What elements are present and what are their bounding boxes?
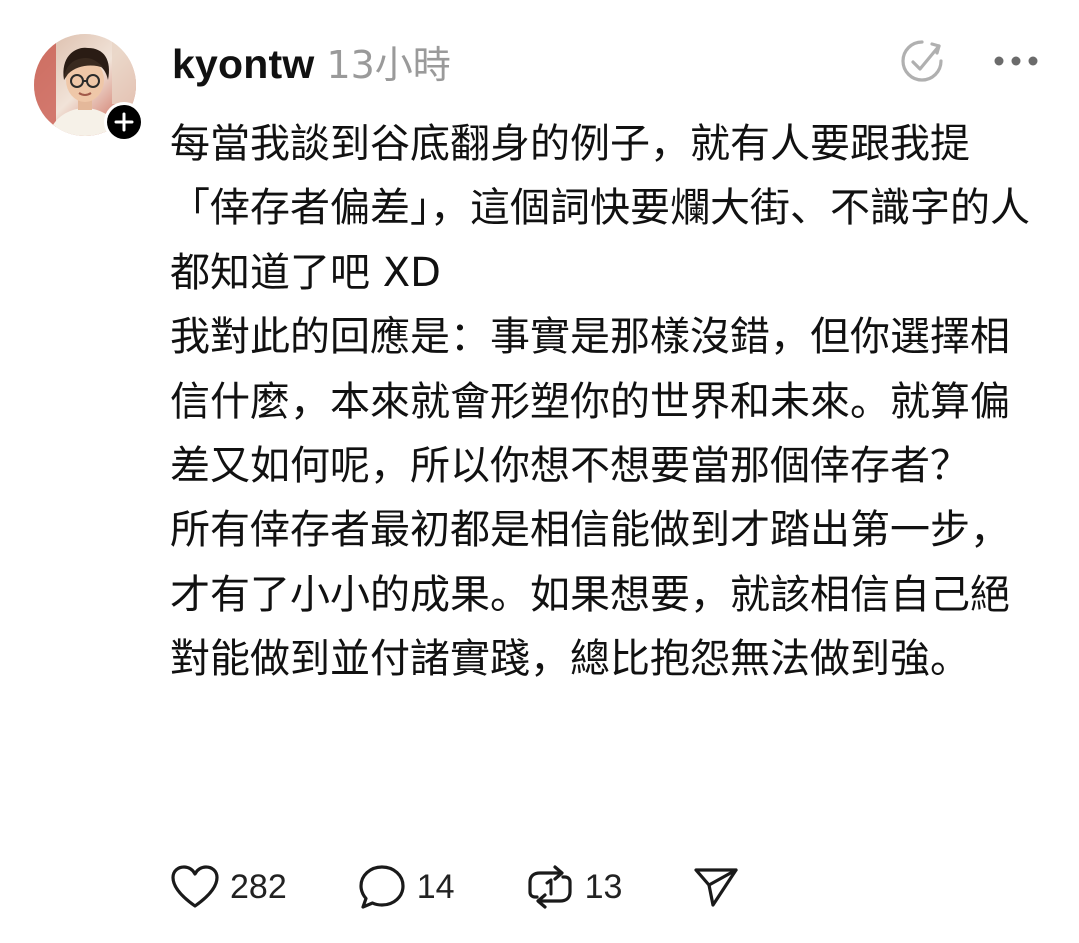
post-paragraph: 每當我談到谷底翻身的例子，就有人要跟我提「倖存者偏差」，這個詞快要爛大街、不識字… [170,121,1030,296]
follow-badge-inner [107,105,141,139]
like-button[interactable]: 282 [170,864,287,910]
post-actions: 282 14 13 [170,860,810,914]
more-options-button[interactable] [993,54,1039,68]
send-icon [694,868,738,907]
more-horizontal-icon [994,56,1038,66]
heart-icon [171,865,219,908]
username[interactable]: kyontw [172,41,314,88]
timestamp: 13小時 [326,43,451,87]
threads-post: kyontw 13小時 每當我談到谷底翻身的例子，就有人要跟我提「倖存者偏差」，… [0,0,1079,943]
translate-icon [901,40,943,82]
share-button[interactable] [692,865,740,909]
comment-count: 14 [416,867,455,906]
like-count: 282 [230,867,287,906]
plus-icon [114,112,134,132]
repost-button[interactable]: 13 [525,863,623,911]
comment-bubble-icon [359,865,405,909]
post-paragraph: 我對此的回應是：事實是那樣沒錯，但你選擇相信什麼，本來就會形塑你的世界和未來。就… [170,314,1010,490]
post-header: kyontw 13小時 [172,34,451,90]
post-body: 每當我談到谷底翻身的例子，就有人要跟我提「倖存者偏差」，這個詞快要爛大街、不識字… [170,112,1030,692]
repost-count: 13 [584,867,623,906]
comment-button[interactable]: 14 [357,863,455,911]
repost-icon [527,865,572,909]
header-actions [899,38,1039,84]
follow-button[interactable] [104,102,144,142]
post-paragraph: 所有倖存者最初都是相信能做到才踏出第一步，才有了小小的成果。如果想要，就該相信自… [170,507,1010,683]
avatar-container[interactable] [34,34,144,142]
translate-button[interactable] [899,38,945,84]
